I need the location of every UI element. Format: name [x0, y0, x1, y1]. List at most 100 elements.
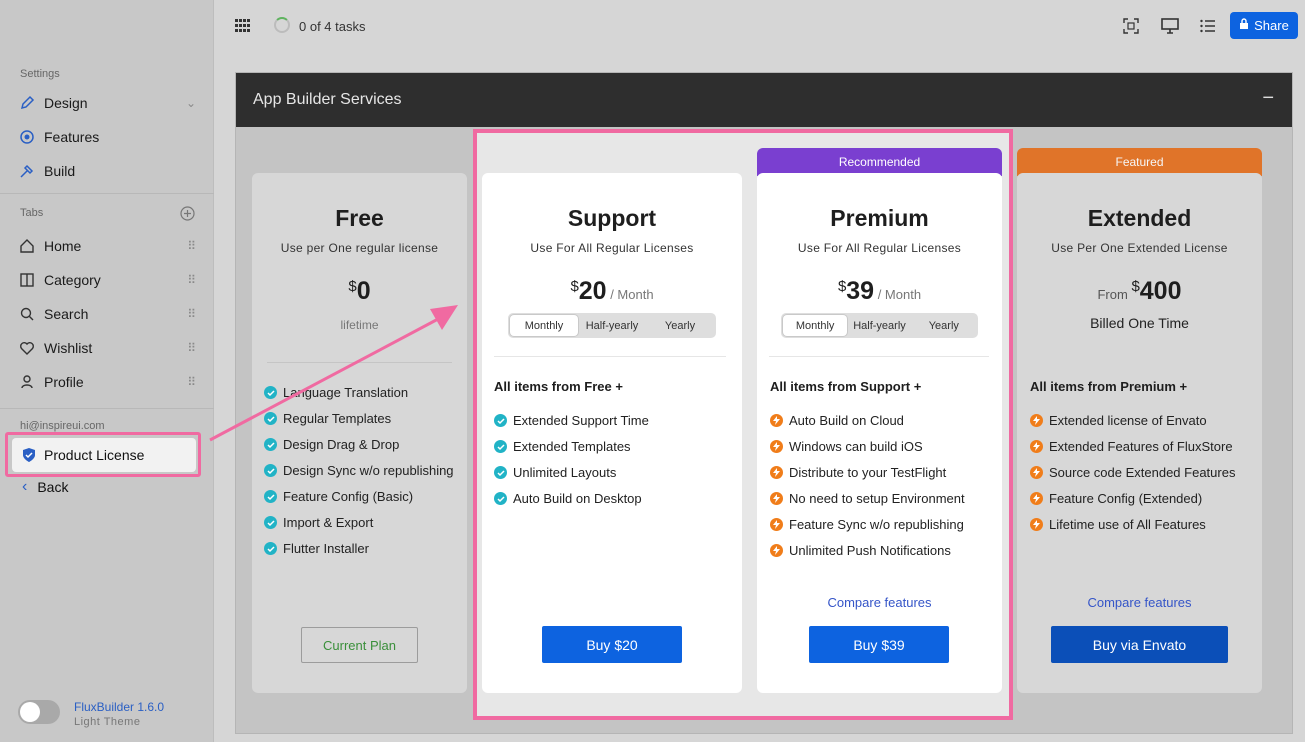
feature-item: Language Translation — [264, 385, 408, 400]
feature-item: Windows can build iOS — [770, 439, 923, 454]
feature-item: Feature Sync w/o republishing — [770, 517, 964, 532]
featured-ribbon: Featured — [1017, 148, 1262, 176]
segment-half-yearly[interactable]: Half-yearly — [578, 315, 646, 336]
price-amount: 39 — [846, 277, 875, 305]
price-period: / Month — [874, 287, 922, 302]
plan-card-support: Support Use For All Regular Licenses $20… — [482, 173, 742, 693]
divider — [769, 356, 989, 357]
chevron-down-icon: ⌄ — [185, 96, 196, 110]
feature-item: Design Sync w/o republishing — [264, 463, 454, 478]
sidebar-item-label: Features — [44, 129, 100, 145]
buy-premium-button[interactable]: Buy $39 — [809, 626, 949, 663]
check-icon — [264, 516, 277, 529]
sidebar-item-wishlist[interactable]: Wishlist ⠿ — [18, 335, 198, 361]
feature-label: Extended Templates — [513, 439, 631, 454]
apps-grid-icon[interactable] — [235, 19, 251, 33]
plan-card-premium: Premium Use For All Regular Licenses $39… — [757, 173, 1002, 693]
sidebar: Settings Design ⌄ Features Build Tabs Ho… — [0, 0, 214, 742]
feature-item: Extended license of Envato — [1030, 413, 1207, 428]
bolt-icon — [770, 492, 783, 505]
highlight-box — [5, 432, 201, 477]
plan-subtitle: Use per One regular license — [280, 241, 439, 255]
feature-label: Feature Config (Extended) — [1049, 491, 1203, 506]
price-from: From — [1097, 287, 1132, 302]
plan-title: Extended — [1087, 205, 1192, 231]
feature-item: Source code Extended Features — [1030, 465, 1235, 480]
sidebar-item-home[interactable]: Home ⠿ — [18, 233, 198, 259]
recommended-ribbon: Recommended — [757, 148, 1002, 176]
divider — [267, 362, 452, 363]
compare-features-link[interactable]: Compare features — [757, 595, 1002, 610]
add-tab-icon[interactable] — [180, 206, 195, 226]
category-icon — [18, 271, 36, 289]
desktop-icon[interactable] — [1160, 16, 1180, 36]
tasks-status[interactable]: 0 of 4 tasks — [299, 19, 365, 34]
feature-label: Language Translation — [283, 385, 409, 400]
sidebar-item-profile[interactable]: Profile ⠿ — [18, 369, 198, 395]
sidebar-item-category[interactable]: Category ⠿ — [18, 267, 198, 293]
sidebar-item-build[interactable]: Build — [18, 158, 198, 184]
compare-features-link[interactable]: Compare features — [1017, 595, 1262, 610]
feature-label: Auto Build on Cloud — [789, 413, 904, 428]
plan-price: $20 / Month — [482, 277, 742, 306]
sidebar-item-label: Category — [44, 272, 101, 288]
lock-icon — [1239, 18, 1249, 33]
feature-label: Feature Sync w/o republishing — [789, 517, 964, 532]
sidebar-item-design[interactable]: Design ⌄ — [18, 90, 198, 116]
theme-label: Light Theme — [74, 716, 141, 728]
collapse-button[interactable]: − — [1262, 87, 1274, 110]
segment-yearly[interactable]: Yearly — [912, 315, 976, 336]
theme-toggle[interactable] — [18, 700, 60, 724]
bolt-icon — [770, 414, 783, 427]
buy-support-button[interactable]: Buy $20 — [542, 626, 682, 663]
bolt-icon — [770, 544, 783, 557]
app-version: FluxBuilder 1.6.0 — [74, 700, 165, 714]
segment-half-yearly[interactable]: Half-yearly — [847, 315, 911, 336]
sidebar-item-features[interactable]: Features — [18, 124, 198, 150]
share-button[interactable]: Share — [1230, 12, 1298, 39]
segment-monthly[interactable]: Monthly — [783, 315, 848, 336]
drag-handle-icon[interactable]: ⠿ — [187, 341, 196, 355]
drag-handle-icon[interactable]: ⠿ — [187, 239, 196, 253]
sidebar-item-label: Profile — [44, 374, 84, 390]
features-heading: All items from Premium + — [1030, 379, 1188, 394]
feature-item: Feature Config (Basic) — [264, 489, 413, 504]
back-button[interactable]: ‹ Back — [22, 478, 68, 496]
feature-label: Unlimited Layouts — [513, 465, 617, 480]
sidebar-item-search[interactable]: Search ⠿ — [18, 301, 198, 327]
buy-via-envato-button[interactable]: Buy via Envato — [1051, 626, 1228, 663]
check-icon — [494, 492, 507, 505]
feature-item: Extended Features of FluxStore — [1030, 439, 1233, 454]
price-amount: 400 — [1139, 277, 1182, 305]
price-amount: 0 — [356, 277, 371, 305]
feature-label: Design Drag & Drop — [283, 437, 400, 452]
check-icon — [264, 412, 277, 425]
bolt-icon — [1030, 440, 1043, 453]
pen-icon — [18, 94, 36, 112]
feature-label: Unlimited Push Notifications — [789, 543, 951, 558]
feature-item: Lifetime use of All Features — [1030, 517, 1206, 532]
billing-period-toggle: Monthly Half-yearly Yearly — [781, 313, 978, 338]
feature-item: Auto Build on Desktop — [494, 491, 642, 506]
divider — [0, 408, 214, 409]
drag-handle-icon[interactable]: ⠿ — [187, 273, 196, 287]
drag-handle-icon[interactable]: ⠿ — [187, 307, 196, 321]
sidebar-item-label: Wishlist — [44, 340, 93, 356]
check-icon — [264, 490, 277, 503]
current-plan-button[interactable]: Current Plan — [301, 627, 418, 663]
features-heading: All items from Support + — [770, 379, 922, 394]
features-heading: All items from Free + — [494, 379, 623, 394]
settings-section-title: Settings — [20, 68, 60, 80]
feature-label: Import & Export — [283, 515, 374, 530]
segment-monthly[interactable]: Monthly — [510, 315, 578, 336]
feature-item: Unlimited Layouts — [494, 465, 616, 480]
feature-label: Extended license of Envato — [1049, 413, 1207, 428]
sidebar-item-label: Home — [44, 238, 82, 254]
drag-handle-icon[interactable]: ⠿ — [187, 375, 196, 389]
scan-icon[interactable] — [1121, 16, 1141, 36]
list-icon[interactable] — [1198, 16, 1218, 36]
plan-subtitle: Use Per One Extended License — [1051, 241, 1228, 255]
check-icon — [494, 440, 507, 453]
segment-yearly[interactable]: Yearly — [646, 315, 714, 336]
bolt-icon — [1030, 492, 1043, 505]
